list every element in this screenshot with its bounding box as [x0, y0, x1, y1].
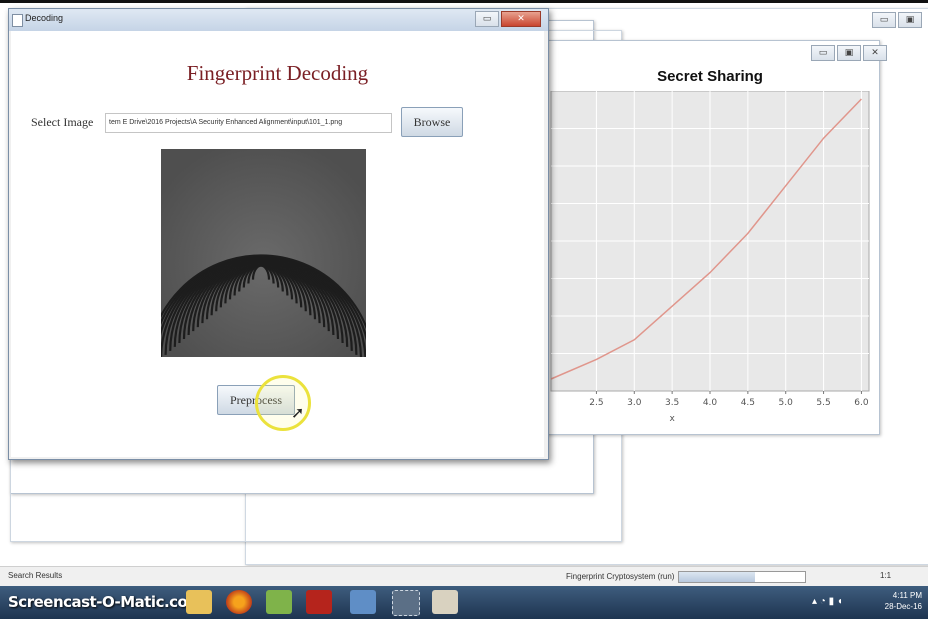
top-border — [0, 0, 928, 3]
close-icon[interactable]: ✕ — [501, 11, 541, 27]
maximize-icon[interactable]: ▣ — [837, 45, 861, 61]
mouse-cursor-icon: ➚ — [291, 405, 305, 422]
x-tick-label: 3.5 — [665, 398, 679, 408]
x-tick-label: 6.0 — [854, 398, 869, 408]
image-path-field[interactable]: tem E Drive\2016 Projects\A Security Enh… — [105, 113, 392, 133]
running-task-label: Fingerprint Cryptosystem (run) — [566, 572, 675, 581]
secret-sharing-chart: 2.5 3.0 3.5 4.0 4.5 5.0 5.5 6.0 x — [550, 91, 870, 424]
fingerprint-image — [161, 149, 366, 357]
x-tick-label: 5.5 — [816, 398, 830, 408]
close-icon[interactable]: ✕ — [863, 45, 887, 61]
task-progress-fill — [679, 572, 755, 582]
decoding-panel: Fingerprint Decoding Select Image tem E … — [11, 31, 544, 457]
clock-date: 28-Dec-16 — [884, 602, 922, 611]
notepad-icon[interactable] — [266, 590, 292, 614]
x-tick-label: 4.5 — [741, 398, 755, 408]
select-image-label: Select Image — [31, 115, 94, 129]
virtualbox-icon[interactable] — [350, 590, 376, 614]
minimize-icon[interactable]: ▭ — [872, 12, 896, 28]
x-axis-label: x — [669, 414, 675, 424]
x-tick-label: 2.5 — [589, 398, 603, 408]
clock[interactable]: 4:11 PM 28-Dec-16 — [870, 590, 922, 612]
chart-window-controls[interactable]: ▭ ▣ ✕ — [811, 45, 887, 61]
x-tick-label: 4.0 — [703, 398, 718, 408]
app-icon — [12, 14, 23, 27]
snipping-icon[interactable] — [392, 590, 420, 616]
pdf-icon[interactable] — [306, 590, 332, 614]
chart-title: Secret Sharing — [657, 68, 763, 85]
taskbar: Screencast-O-Matic.com ▴ ◔ ▮ ◖ 4:11 PM 2… — [0, 586, 928, 619]
firefox-icon[interactable] — [226, 590, 252, 614]
clock-time: 4:11 PM — [892, 591, 922, 600]
page-title: Fingerprint Decoding — [186, 61, 369, 85]
outer-window-controls[interactable]: ▭ ▣ — [872, 12, 922, 28]
x-tick-label: 5.0 — [779, 398, 794, 408]
window-title: Decoding — [25, 13, 64, 23]
window-controls[interactable]: ▭ ✕ — [475, 11, 541, 27]
chart-window[interactable]: ▭ ▣ ✕ Secret Sharing 2.5 3.0 3.5 4.0 4.5 5.0 5… — [540, 40, 887, 435]
decoding-window[interactable]: Decoding ▭ ✕ Fingerprint Decoding Select… — [8, 8, 549, 460]
fingerprint-graphic — [161, 149, 366, 357]
maximize-icon[interactable]: ▣ — [898, 12, 922, 28]
browse-button[interactable]: Browse — [401, 107, 463, 137]
watermark: Screencast-O-Matic.com — [8, 593, 203, 611]
folder-icon[interactable] — [186, 590, 212, 614]
minimize-icon[interactable]: ▭ — [475, 11, 499, 27]
cursor-position: 1:1 — [880, 571, 892, 580]
search-results-label[interactable]: Search Results — [8, 571, 62, 580]
x-tick-label: 3.0 — [627, 398, 642, 408]
status-bar: Search Results Fingerprint Cryptosystem … — [0, 566, 928, 587]
task-progress-bar — [678, 571, 806, 583]
system-tray-icons[interactable]: ▴ ◔ ▮ ◖ — [812, 596, 843, 607]
java-icon[interactable] — [432, 590, 458, 614]
title-bar[interactable]: Decoding ▭ ✕ — [9, 9, 548, 31]
minimize-icon[interactable]: ▭ — [811, 45, 835, 61]
